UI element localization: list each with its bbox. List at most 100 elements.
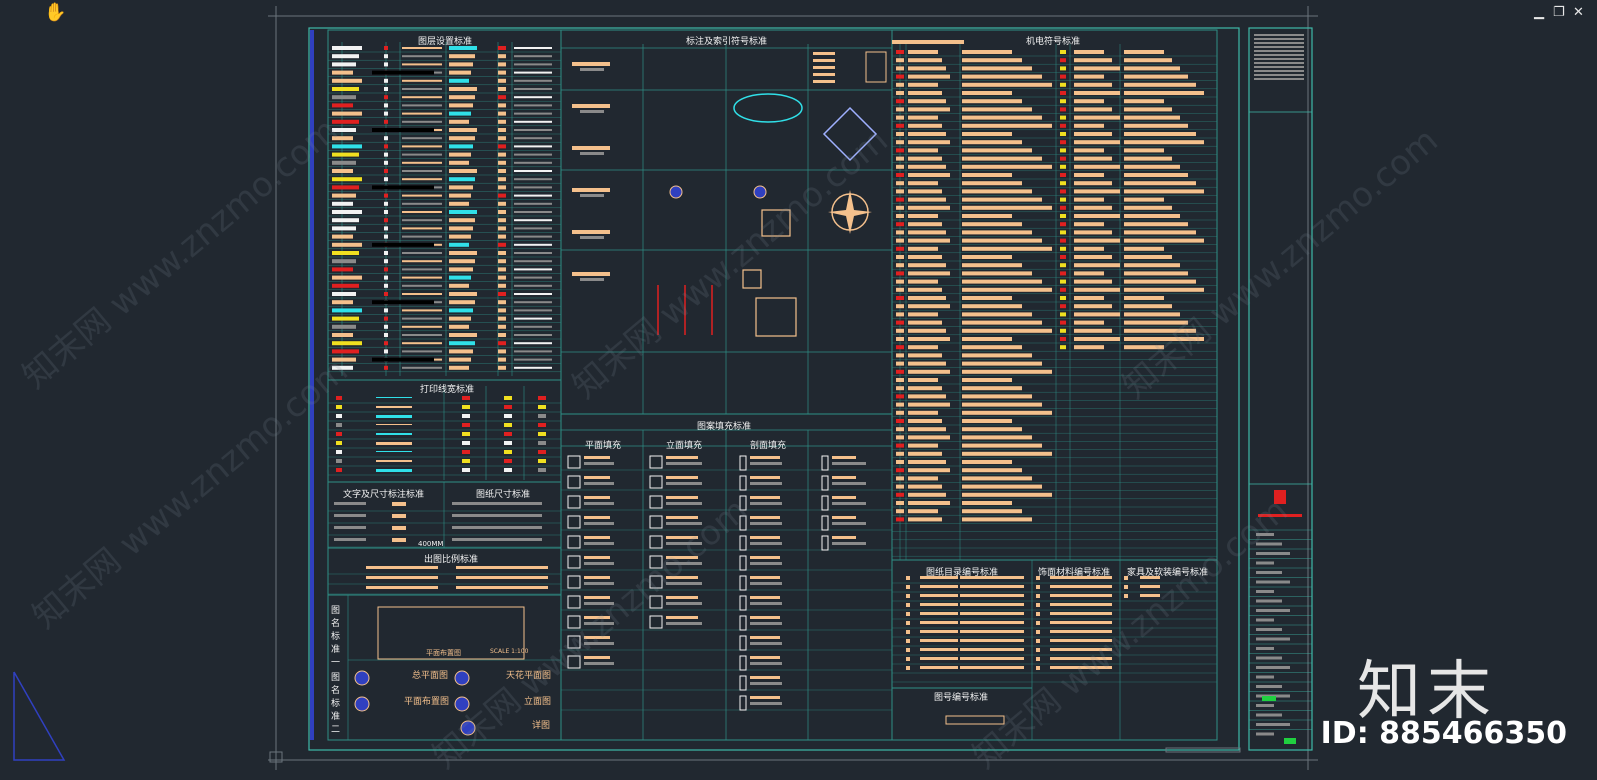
- mep-name: [1074, 74, 1104, 79]
- layer-standard-title: 图层设置标准: [418, 37, 473, 47]
- mep-desc: [962, 369, 1052, 374]
- mep-symbol: [896, 148, 904, 153]
- layer-color-chip: [384, 87, 388, 91]
- print-color-chip: [504, 423, 512, 427]
- mep-name: [908, 271, 950, 276]
- hatch-label: [584, 496, 610, 499]
- mep-desc: [1124, 238, 1204, 243]
- print-color-chip: [538, 423, 546, 427]
- layer-swatch: [332, 316, 359, 321]
- layer-color-chip: [384, 95, 388, 100]
- hatch-label: [750, 696, 780, 699]
- mep-symbol: [1060, 50, 1066, 54]
- layer-pen-chip: [498, 234, 506, 239]
- layer-pen-chip: [498, 300, 506, 305]
- layer-swatch: [332, 234, 353, 239]
- list-entry: [1080, 585, 1112, 588]
- list-entry: [960, 612, 1024, 615]
- list-entry: [960, 657, 1024, 660]
- mep-desc: [962, 451, 1052, 456]
- list-chip: [1036, 603, 1040, 607]
- mep-symbol: [896, 468, 904, 473]
- mep-name: [1074, 82, 1112, 87]
- layer-name-bar: [449, 234, 471, 239]
- layer-color-chip: [384, 218, 388, 223]
- layer-pen-chip: [498, 308, 506, 313]
- layer-color-chip: [384, 333, 388, 337]
- restore-button[interactable]: ❐: [1553, 6, 1565, 19]
- pan-hand-icon[interactable]: ✋: [44, 2, 66, 23]
- text-sample: [334, 514, 366, 517]
- hatch-label: [832, 516, 856, 519]
- layer-linetype: [402, 227, 442, 230]
- layer-name-bar: [449, 242, 469, 247]
- mep-name: [1074, 222, 1104, 227]
- minimize-button[interactable]: ▁: [1534, 6, 1544, 19]
- layer-swatch: [332, 300, 353, 305]
- mep-desc: [1124, 123, 1188, 128]
- mep-name: [908, 287, 942, 292]
- mep-symbol: [1060, 238, 1066, 243]
- text-sample: [334, 502, 366, 505]
- mep-desc: [962, 164, 1052, 169]
- print-pen-chip: [336, 450, 342, 454]
- title-block-text: [1256, 609, 1290, 612]
- layer-linetype: [402, 325, 442, 328]
- text-sample: [452, 502, 542, 505]
- layer-name-bar: [449, 292, 477, 296]
- layer-swatch: [332, 103, 353, 108]
- mep-symbol: [896, 197, 904, 202]
- layer-name-bar: [449, 111, 471, 116]
- print-line-sample: [376, 433, 412, 435]
- print-pen-chip: [336, 468, 342, 472]
- print-color-chip: [504, 450, 512, 454]
- mep-desc: [962, 238, 1042, 243]
- title-block-text: [1256, 685, 1282, 688]
- hatch-label: [666, 476, 698, 479]
- close-button[interactable]: ✕: [1573, 6, 1584, 19]
- layer-desc-bar: [514, 202, 552, 205]
- layer-pen-chip: [498, 333, 506, 337]
- mep-name: [1074, 123, 1104, 128]
- mep-symbol: [1060, 140, 1066, 145]
- elevation-hatch-title: 立面填充: [666, 441, 703, 451]
- mep-name: [908, 484, 942, 489]
- layer-desc-bar: [514, 252, 552, 254]
- layer-color-chip: [384, 177, 388, 182]
- mep-name: [908, 222, 942, 227]
- print-line-sample: [376, 397, 412, 398]
- mep-symbol: [1060, 214, 1066, 218]
- layer-linetype: [402, 211, 442, 213]
- print-color-chip: [462, 441, 470, 445]
- mep-desc: [1124, 156, 1172, 161]
- mep-name: [1074, 91, 1120, 95]
- mep-symbol: [896, 492, 904, 497]
- layer-desc-bar: [514, 129, 552, 131]
- title-block-text: [1256, 552, 1290, 555]
- print-line-sample: [376, 442, 412, 445]
- scale-sample: [366, 586, 438, 589]
- mep-desc: [962, 320, 1042, 325]
- list-chip: [1036, 585, 1040, 589]
- layer-name-bar: [449, 201, 469, 206]
- hatch-desc: [832, 542, 866, 545]
- mep-desc: [1124, 99, 1164, 104]
- hatch-desc: [666, 602, 702, 605]
- list-chip: [906, 666, 910, 670]
- layer-linetype: [402, 120, 442, 123]
- layer-name-bar: [449, 316, 471, 321]
- mep-name: [1074, 107, 1112, 112]
- hatch-section-swatch: [739, 455, 747, 471]
- mep-symbol: [1060, 132, 1066, 136]
- layer-swatch: [332, 251, 359, 255]
- mep-name: [1074, 304, 1112, 309]
- mep-symbol: [896, 263, 904, 268]
- list-chip: [1124, 594, 1128, 598]
- list-entry: [960, 603, 1024, 606]
- hatch-label: [750, 516, 780, 519]
- layer-linetype: [402, 161, 442, 164]
- title-block-line: [1254, 58, 1304, 60]
- layer-linetype: [402, 79, 442, 82]
- hatch-label: [832, 536, 856, 539]
- mep-desc: [962, 435, 1032, 440]
